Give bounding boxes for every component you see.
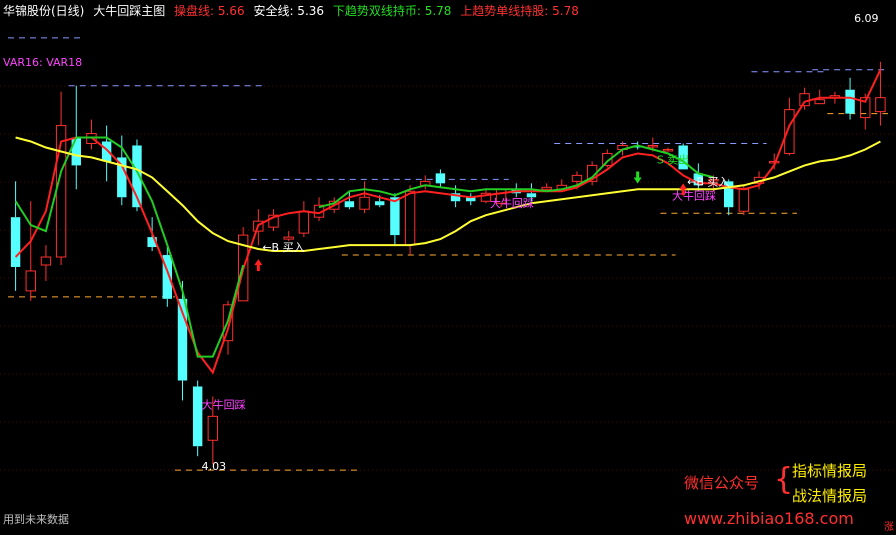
candle <box>799 93 810 107</box>
indicator-lines <box>14 69 882 375</box>
candle <box>192 386 203 447</box>
level-lines <box>8 37 888 471</box>
annotation-label: 大牛回踩 <box>672 188 716 202</box>
candle <box>390 197 400 236</box>
candle <box>845 89 855 114</box>
watermark-line2: 战法情报局 <box>792 487 868 505</box>
candle <box>571 174 583 182</box>
watermark-line1: 指标情报局 <box>792 462 868 480</box>
watermark-wechat: 微信公众号 <box>684 474 760 492</box>
candle <box>40 256 52 266</box>
annotation-label: 4.03 <box>202 460 227 473</box>
candle <box>207 415 219 441</box>
rise-badge: 涨 <box>884 522 894 533</box>
candle <box>359 196 370 210</box>
candle <box>404 190 416 246</box>
candles <box>10 61 886 465</box>
candle <box>71 137 81 166</box>
candle <box>101 141 112 162</box>
candle <box>375 201 385 206</box>
candle <box>541 186 552 190</box>
watermark-brace: { <box>774 462 794 497</box>
chart-grid <box>0 85 896 471</box>
candle <box>738 188 750 212</box>
annotation-label: 6.09 <box>854 12 879 25</box>
indicator-line <box>14 69 882 375</box>
annotation-label: ←B 买入 <box>687 175 729 188</box>
annotation-label: S 卖出 <box>657 152 689 166</box>
future-data-note: 用到未来数据 <box>3 513 69 526</box>
candlestick-chart[interactable]: ←B 买入←B 买入S 卖出大牛回踩大牛回踩大牛回踩6.094.03 <box>0 0 896 535</box>
signal-marks: ←B 买入←B 买入S 卖出大牛回踩大牛回踩大牛回踩6.094.03 <box>202 12 879 473</box>
watermark-url: www.zhibiao168.com <box>684 509 854 528</box>
candle <box>435 173 446 184</box>
candle <box>10 217 21 267</box>
buy-arrow-icon <box>254 259 263 272</box>
candle <box>814 99 825 105</box>
annotation-label: 大牛回踩 <box>202 397 246 411</box>
candle <box>117 157 127 198</box>
annotation-label: 大牛回踩 <box>490 196 534 210</box>
candle <box>875 97 886 113</box>
annotation-label: ←B 买入 <box>262 241 304 254</box>
candle <box>283 236 294 240</box>
candle <box>344 201 355 208</box>
candle <box>25 270 36 292</box>
